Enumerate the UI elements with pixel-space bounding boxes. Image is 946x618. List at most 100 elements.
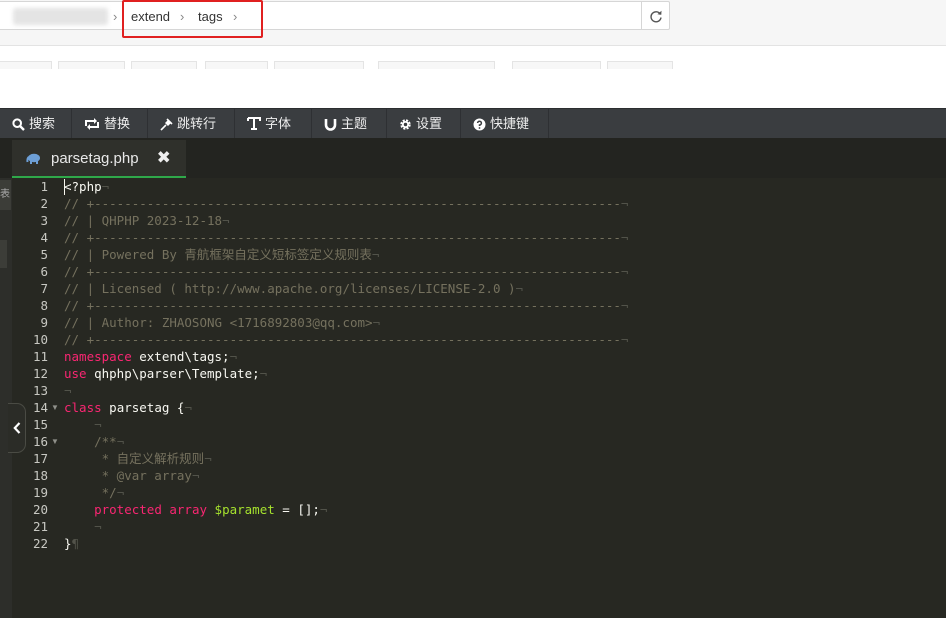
- comment-text: // +------------------------------------…: [64, 298, 621, 313]
- code-line[interactable]: // | QHPHP 2023-12-18¬: [64, 212, 230, 229]
- code-line[interactable]: */¬: [64, 484, 125, 501]
- line-number: 3: [40, 213, 48, 228]
- code-line[interactable]: ¬: [64, 382, 72, 399]
- comment-text: // | Licensed ( http://www.apache.org/li…: [64, 281, 516, 296]
- settings-button[interactable]: 设置: [387, 109, 461, 139]
- code-line[interactable]: namespace extend\tags;¬: [64, 348, 237, 365]
- theme-label: 主题: [341, 116, 368, 131]
- code-text: parsetag {: [101, 400, 185, 415]
- line-number: 19: [32, 485, 48, 500]
- code-text: <?php: [64, 179, 102, 194]
- code-line[interactable]: protected array $paramet = [];¬: [64, 501, 327, 518]
- comment-text: /**: [64, 434, 117, 449]
- line-number: 13: [32, 383, 48, 398]
- pin-icon: [160, 117, 173, 131]
- line-gutter: 1 2 3 4 5 6 7 8 9 10 11 12 13 14 ▼ 15 16…: [12, 178, 61, 618]
- refresh-icon: [650, 10, 662, 22]
- code-line[interactable]: <?php¬: [64, 178, 109, 195]
- crumb-separator: ›: [113, 9, 118, 24]
- browser-toolbar-strip: [0, 46, 946, 108]
- fold-arrow-icon[interactable]: ▼: [51, 399, 59, 416]
- code-line[interactable]: use qhphp\parser\Template;¬: [64, 365, 267, 382]
- address-bar: › extend › tags ›: [0, 0, 946, 46]
- window: › extend › tags › 搜索 替换 跳转行 字体 主题 设置 快捷键…: [0, 0, 946, 618]
- theme-button[interactable]: 主题: [312, 109, 387, 139]
- line-number: 7: [40, 281, 48, 296]
- code-line[interactable]: ¬: [64, 416, 102, 433]
- close-icon[interactable]: ✖: [157, 148, 171, 168]
- code-line[interactable]: /**¬: [64, 433, 124, 450]
- comment-text: */: [64, 485, 117, 500]
- goto-line-button[interactable]: 跳转行: [148, 109, 235, 139]
- code-line[interactable]: // +------------------------------------…: [64, 195, 628, 212]
- goto-line-label: 跳转行: [177, 116, 217, 131]
- blurred-path-segment: [13, 8, 108, 25]
- line-number: 8: [40, 298, 48, 313]
- line-number: 6: [40, 264, 48, 279]
- left-sidebar-edge: 表: [0, 178, 12, 618]
- tab-parsetag-php[interactable]: parsetag.php ✖: [12, 140, 186, 178]
- line-number: 9: [40, 315, 48, 330]
- font-icon: [247, 117, 261, 130]
- code-line[interactable]: // | Licensed ( http://www.apache.org/li…: [64, 280, 523, 297]
- keyword: namespace: [64, 349, 132, 364]
- line-number: 22: [32, 536, 48, 551]
- gear-icon: [400, 118, 411, 130]
- line-number: 21: [32, 519, 48, 534]
- line-number: 10: [32, 332, 48, 347]
- keyword: use: [64, 366, 87, 381]
- keyword: class: [64, 400, 102, 415]
- sidebar-fragment-2[interactable]: [0, 240, 7, 268]
- code-line[interactable]: * @var array¬: [64, 467, 200, 484]
- font-button[interactable]: 字体: [235, 109, 312, 139]
- magnet-icon: [324, 118, 337, 131]
- code-line[interactable]: * 自定义解析规则¬: [64, 450, 212, 467]
- settings-label: 设置: [416, 116, 443, 131]
- comment-text: // | Powered By 青航框架自定义短标签定义规则表: [64, 247, 372, 262]
- shortcuts-button[interactable]: 快捷键: [461, 109, 549, 139]
- comment-text: // +------------------------------------…: [64, 332, 621, 347]
- code-line[interactable]: // +------------------------------------…: [64, 297, 628, 314]
- collapse-sidebar-button[interactable]: [8, 403, 26, 453]
- code-text: protected array $paramet = [];: [94, 502, 320, 517]
- search-icon: [12, 117, 25, 131]
- code-line[interactable]: // +------------------------------------…: [64, 331, 628, 348]
- refresh-button[interactable]: [641, 1, 670, 30]
- code-line[interactable]: ¬: [64, 518, 102, 535]
- sidebar-fragment[interactable]: 表: [0, 180, 11, 210]
- fold-arrow-icon[interactable]: ▼: [51, 433, 59, 450]
- comment-text: // +------------------------------------…: [64, 196, 621, 211]
- replace-label: 替换: [104, 116, 131, 131]
- code-line[interactable]: // +------------------------------------…: [64, 229, 628, 246]
- code-line[interactable]: class parsetag {¬: [64, 399, 192, 416]
- comment-text: // +------------------------------------…: [64, 264, 621, 279]
- code-text: }: [64, 536, 72, 551]
- breadcrumb[interactable]: › extend › tags ›: [0, 1, 670, 30]
- code-line[interactable]: }¶: [64, 535, 79, 552]
- line-number: 11: [32, 349, 48, 364]
- search-label: 搜索: [29, 116, 56, 131]
- line-number: 4: [40, 230, 48, 245]
- code-text: extend\tags;: [131, 349, 230, 364]
- code-line[interactable]: // | Powered By 青航框架自定义短标签定义规则表¬: [64, 246, 379, 263]
- font-label: 字体: [265, 116, 292, 131]
- comment-text: // | QHPHP 2023-12-18: [64, 213, 223, 228]
- line-number: 12: [32, 366, 48, 381]
- chevron-left-icon: [12, 422, 20, 434]
- tab-title: parsetag.php: [51, 149, 139, 167]
- code-line[interactable]: // | Author: ZHAOSONG <1716892803@qq.com…: [64, 314, 380, 331]
- replace-icon: [85, 118, 99, 130]
- tab-bar: parsetag.php ✖: [0, 138, 946, 178]
- line-number: 18: [32, 468, 48, 483]
- help-icon: [473, 118, 486, 130]
- shortcuts-label: 快捷键: [490, 116, 530, 131]
- code-line[interactable]: // +------------------------------------…: [64, 263, 628, 280]
- line-number: 1: [40, 179, 48, 194]
- php-elephant-icon: [26, 153, 40, 164]
- search-button[interactable]: 搜索: [0, 109, 72, 139]
- comment-text: // +------------------------------------…: [64, 230, 621, 245]
- replace-button[interactable]: 替换: [72, 109, 148, 139]
- code-editor[interactable]: <?php¬ // +-----------------------------…: [61, 178, 946, 618]
